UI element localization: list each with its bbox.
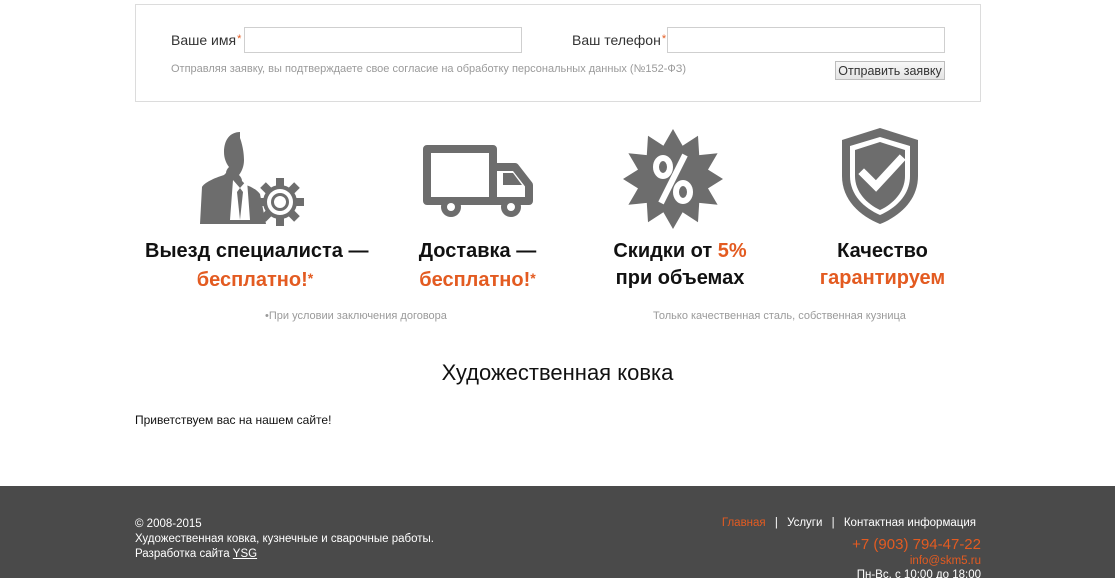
submit-button[interactable]: Отправить заявку [835,61,945,80]
note-quality: Только качественная сталь, собственная к… [653,310,906,322]
footer-tagline: Художественная ковка, кузнечные и свароч… [135,533,434,545]
feature-title: Скидки от 5% [613,240,747,262]
nav-home[interactable]: Главная [722,517,766,529]
footer-hours: Пн-Вс. с 10:00 до 18:00 [856,569,981,578]
shield-check-icon [842,128,918,224]
required-mark: * [661,33,667,45]
phone-input[interactable] [667,27,945,53]
footer-phone[interactable]: +7 (903) 794-47-22 [852,536,981,553]
nav-separator: | [831,517,835,529]
feature-accent: бесплатно! [419,269,531,291]
feature-accent: гарантируем [819,267,946,289]
feature-title: Выезд специалиста — [145,240,369,262]
note-contract: •При условии заключения договора [265,310,447,322]
welcome-text: Приветствуем вас на нашем сайте! [135,413,332,427]
footer-info: © 2008-2015 Художественная ковка, кузнеч… [135,517,434,562]
footer-email[interactable]: info@skm5.ru [910,555,981,567]
phone-label: Ваш телефон* [572,32,667,48]
name-input[interactable] [244,27,522,53]
footer: © 2008-2015 Художественная ковка, кузнеч… [0,486,1115,578]
truck-icon [423,145,533,217]
feature-title: Качество [837,240,928,262]
nav-separator: | [774,517,778,529]
asterisk-mark: * [530,270,536,286]
feature-accent: бесплатно! [196,269,308,291]
percent-badge-icon [623,129,723,229]
footer-nav: Главная | Услуги | Контактная информация [722,517,976,529]
feature-accent: 5% [717,240,747,262]
nav-contacts[interactable]: Контактная информация [844,517,976,529]
developer-link[interactable]: YSG [233,548,257,560]
feature-title-line2: при объемах [615,267,745,289]
feature-title: Доставка — [418,240,537,262]
required-mark: * [237,33,242,45]
developer-credit: Разработка сайта YSG [135,548,258,560]
nav-services[interactable]: Услуги [787,517,822,529]
copyright: © 2008-2015 [135,518,202,530]
page-title: Художественная ковка [441,360,674,385]
consent-text: Отправляя заявку, вы подтверждаете свое … [171,63,687,75]
asterisk-mark: * [307,270,314,286]
request-form: Ваше имя* Ваш телефон* Отправляя заявку,… [135,4,981,102]
name-label: Ваше имя* [171,32,242,48]
specialist-icon [200,132,304,226]
